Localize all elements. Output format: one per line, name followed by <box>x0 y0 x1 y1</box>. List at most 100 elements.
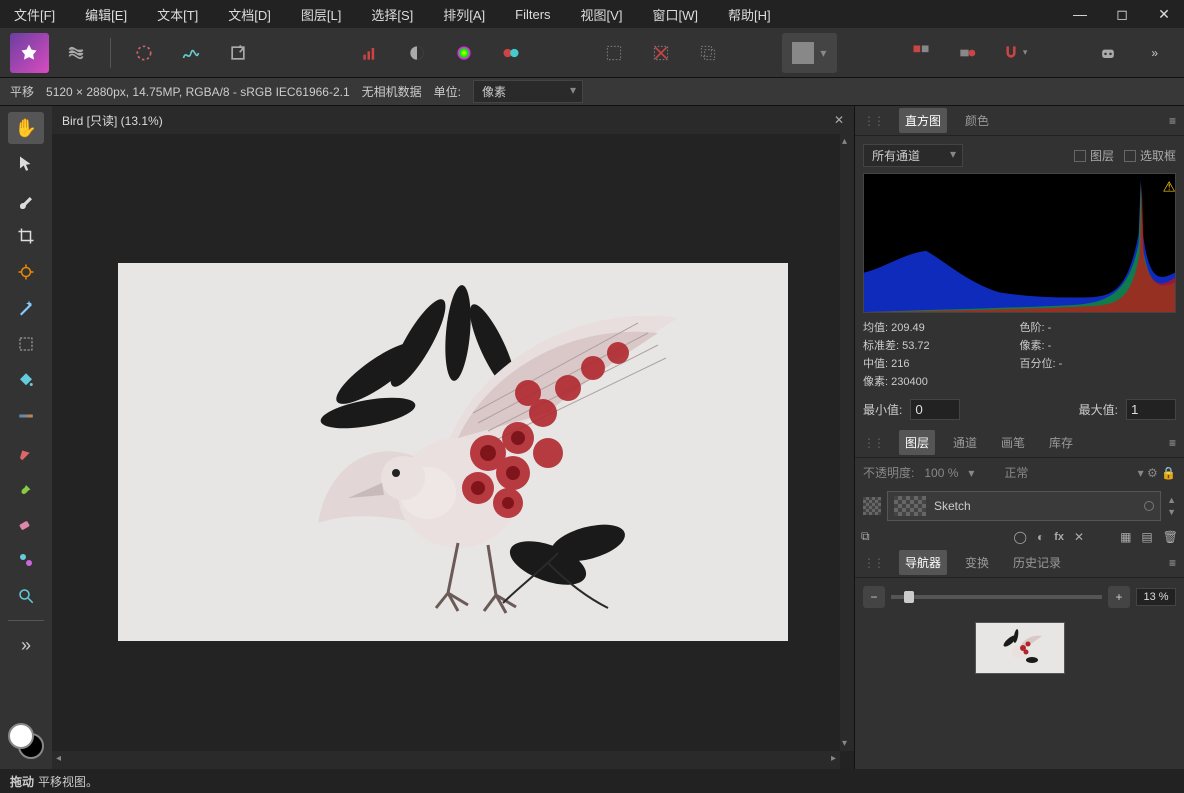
panel-grip-icon[interactable]: ⋮⋮ <box>863 436 883 450</box>
window-maximize[interactable]: ◻ <box>1110 6 1134 23</box>
view-tool[interactable]: ✋ <box>8 112 44 144</box>
persona-liquify[interactable] <box>57 33 96 73</box>
crop-tool[interactable] <box>8 220 44 252</box>
persona-export[interactable] <box>218 33 257 73</box>
layer-crop-icon[interactable]: ✕ <box>1074 530 1084 544</box>
navigator-zoom-row: − + 13 % <box>855 578 1184 616</box>
document-tab-title[interactable]: Bird [只读] (13.1%) <box>62 112 163 129</box>
tab-transform[interactable]: 变换 <box>959 550 995 575</box>
magic-wand-tool[interactable] <box>8 292 44 324</box>
window-close[interactable]: ✕ <box>1152 6 1176 23</box>
tab-brushes[interactable]: 画笔 <box>995 430 1031 455</box>
persona-tone[interactable] <box>172 33 211 73</box>
toolbar: ▾ ▾ » <box>0 28 1184 78</box>
flood-fill-tool[interactable] <box>8 364 44 396</box>
layer-move-up[interactable]: ▲ <box>1167 495 1176 505</box>
window-minimize[interactable]: — <box>1068 6 1092 22</box>
pen-tool[interactable] <box>8 436 44 468</box>
panel-grip-icon[interactable]: ⋮⋮ <box>863 114 883 128</box>
snap-button[interactable]: ▾ <box>995 33 1034 73</box>
unit-select[interactable]: 像素 <box>473 80 583 103</box>
erase-tool[interactable] <box>8 508 44 540</box>
panel-grip-icon[interactable]: ⋮⋮ <box>863 556 883 570</box>
gradient-tool[interactable] <box>8 400 44 432</box>
menu-arrange[interactable]: 排列[A] <box>437 1 491 28</box>
tab-color[interactable]: 颜色 <box>959 108 995 133</box>
flood-select-tool[interactable] <box>8 256 44 288</box>
menu-filters[interactable]: Filters <box>509 3 556 26</box>
layer-add-icon[interactable]: ▦ <box>1120 530 1131 544</box>
selection-new-button[interactable] <box>595 33 634 73</box>
zoom-slider[interactable] <box>891 595 1102 599</box>
clone-tool[interactable] <box>8 544 44 576</box>
fill-swatch-dropdown[interactable]: ▾ <box>782 33 836 73</box>
persona-develop[interactable] <box>125 33 164 73</box>
move-tool[interactable] <box>8 148 44 180</box>
arrange-button[interactable] <box>901 33 940 73</box>
tab-navigator[interactable]: 导航器 <box>899 550 947 575</box>
menu-edit[interactable]: 编辑[E] <box>79 1 133 28</box>
assistant-button[interactable] <box>1088 33 1127 73</box>
layer-adjust-icon[interactable]: ◐ <box>1037 530 1044 544</box>
menu-window[interactable]: 窗口[W] <box>646 1 704 28</box>
selection-checkbox[interactable]: 选取框 <box>1124 147 1176 164</box>
layer-pixel-icon[interactable]: ▤ <box>1141 530 1152 544</box>
canvas-scrollbar-vertical[interactable] <box>840 134 854 751</box>
panel-menu-icon[interactable]: ≡ <box>1169 114 1176 128</box>
zoom-tool[interactable] <box>8 580 44 612</box>
menu-layer[interactable]: 图层[L] <box>295 1 347 28</box>
channel-select[interactable]: 所有通道 <box>863 144 963 167</box>
canvas[interactable] <box>52 134 854 769</box>
tab-histogram[interactable]: 直方图 <box>899 108 947 133</box>
menu-file[interactable]: 文件[F] <box>8 1 61 28</box>
tab-channels[interactable]: 通道 <box>947 430 983 455</box>
min-input[interactable] <box>910 399 960 420</box>
panel-menu-icon[interactable]: ≡ <box>1169 556 1176 570</box>
menu-text[interactable]: 文本[T] <box>151 1 204 28</box>
tab-layers[interactable]: 图层 <box>899 430 935 455</box>
selection-subtract-button[interactable] <box>642 33 681 73</box>
zoom-value[interactable]: 13 % <box>1136 588 1176 606</box>
brush-tool[interactable] <box>8 184 44 216</box>
smudge-tool[interactable] <box>8 472 44 504</box>
auto-colors-button[interactable] <box>445 33 484 73</box>
menu-view[interactable]: 视图[V] <box>575 1 629 28</box>
document-tab-bar: Bird [只读] (13.1%) ✕ <box>52 106 854 134</box>
auto-wb-button[interactable] <box>491 33 530 73</box>
zoom-out-button[interactable]: − <box>863 586 885 608</box>
layer-delete-icon[interactable]: 🗑 <box>1163 530 1178 544</box>
navigator-preview[interactable] <box>975 622 1065 674</box>
marquee-tool[interactable] <box>8 328 44 360</box>
blend-mode-select[interactable]: 正常 <box>1004 464 1028 481</box>
record-button[interactable] <box>948 33 987 73</box>
histogram-tabs: ⋮⋮ 直方图 颜色 ≡ <box>855 106 1184 136</box>
tab-history[interactable]: 历史记录 <box>1007 550 1067 575</box>
menu-document[interactable]: 文档[D] <box>222 1 277 28</box>
opacity-value[interactable]: 100 % <box>924 466 958 480</box>
auto-contrast-button[interactable] <box>398 33 437 73</box>
layer-checkbox[interactable]: 图层 <box>1074 147 1114 164</box>
max-label: 最大值: <box>1079 401 1118 418</box>
auto-levels-button[interactable] <box>351 33 390 73</box>
max-input[interactable] <box>1126 399 1176 420</box>
persona-photo[interactable] <box>10 33 49 73</box>
layer-fx-icon[interactable]: fx <box>1054 531 1064 543</box>
layer-move-down[interactable]: ▼ <box>1167 507 1176 517</box>
layer-visibility-toggle[interactable] <box>863 497 881 515</box>
zoom-in-button[interactable]: + <box>1108 586 1130 608</box>
toolbar-overflow[interactable]: » <box>1135 33 1174 73</box>
camera-data-label: 无相机数据 <box>362 83 422 100</box>
canvas-scrollbar-horizontal[interactable] <box>52 751 840 769</box>
layer-row[interactable]: Sketch <box>887 491 1161 521</box>
tab-stock[interactable]: 库存 <box>1043 430 1079 455</box>
menu-help[interactable]: 帮助[H] <box>722 1 777 28</box>
color-swatches[interactable] <box>8 723 44 759</box>
panel-menu-icon[interactable]: ≡ <box>1169 436 1176 450</box>
layer-mask-icon[interactable]: ◯ <box>1014 530 1027 544</box>
document-tab-close[interactable]: ✕ <box>834 113 844 127</box>
layer-group-icon[interactable]: ⧉ <box>861 529 870 544</box>
tools-overflow[interactable]: » <box>8 629 44 661</box>
layer-mark-icon[interactable] <box>1144 501 1154 511</box>
menu-select[interactable]: 选择[S] <box>365 1 419 28</box>
selection-intersect-button[interactable] <box>688 33 727 73</box>
